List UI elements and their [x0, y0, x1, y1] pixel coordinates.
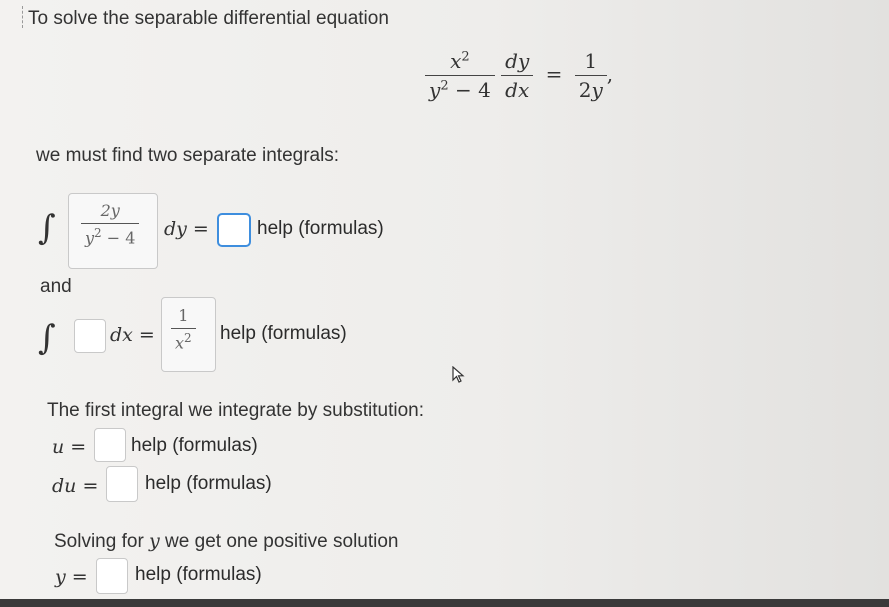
integral2-integrand-input[interactable]	[74, 319, 106, 353]
mouse-cursor-icon	[452, 366, 465, 383]
integral1-dy-label: dy =	[164, 218, 209, 240]
equation-rhs-fraction: 1 2y	[574, 50, 607, 101]
intro-text: To solve the separable differential equa…	[28, 8, 389, 29]
integral-sign-1: ∫	[38, 208, 56, 248]
equation-derivative: dy dx	[501, 50, 534, 101]
differential-equation: x2 y2 − 4 dy dx = 1 2y ,	[425, 50, 613, 101]
equation-lhs-fraction: x2 y2 − 4	[425, 50, 495, 101]
u-input[interactable]	[94, 428, 126, 462]
du-label: du =	[52, 475, 99, 497]
y-help-link[interactable]: help (formulas)	[135, 564, 262, 586]
integral2-answer-input[interactable]: 1 x2	[161, 297, 216, 372]
u-label: u =	[52, 436, 87, 458]
solving-text: Solving for y we get one positive soluti…	[54, 530, 399, 552]
u-help-link[interactable]: help (formulas)	[131, 435, 258, 457]
must-find-text: we must find two separate integrals:	[36, 145, 340, 166]
taskbar-strip	[0, 599, 889, 607]
and-label: and	[40, 276, 72, 297]
du-help-link[interactable]: help (formulas)	[145, 473, 272, 495]
integral2-dx-label: dx =	[110, 324, 155, 346]
integral2-help-link[interactable]: help (formulas)	[220, 323, 347, 345]
integral1-integrand-fraction: 2y y2 − 4	[81, 202, 140, 247]
integral-sign-2: ∫	[38, 318, 56, 358]
y-input[interactable]	[96, 558, 128, 594]
substitution-text: The first integral we integrate by subst…	[47, 400, 425, 421]
focus-outline-edge	[22, 6, 24, 28]
integral1-integrand-input[interactable]: 2y y2 − 4	[68, 193, 158, 269]
y-label: y =	[55, 566, 88, 588]
integral1-answer-input[interactable]	[217, 213, 251, 247]
integral1-help-link[interactable]: help (formulas)	[257, 218, 384, 240]
integral2-answer-fraction: 1 x2	[171, 307, 196, 352]
du-input[interactable]	[106, 466, 138, 502]
